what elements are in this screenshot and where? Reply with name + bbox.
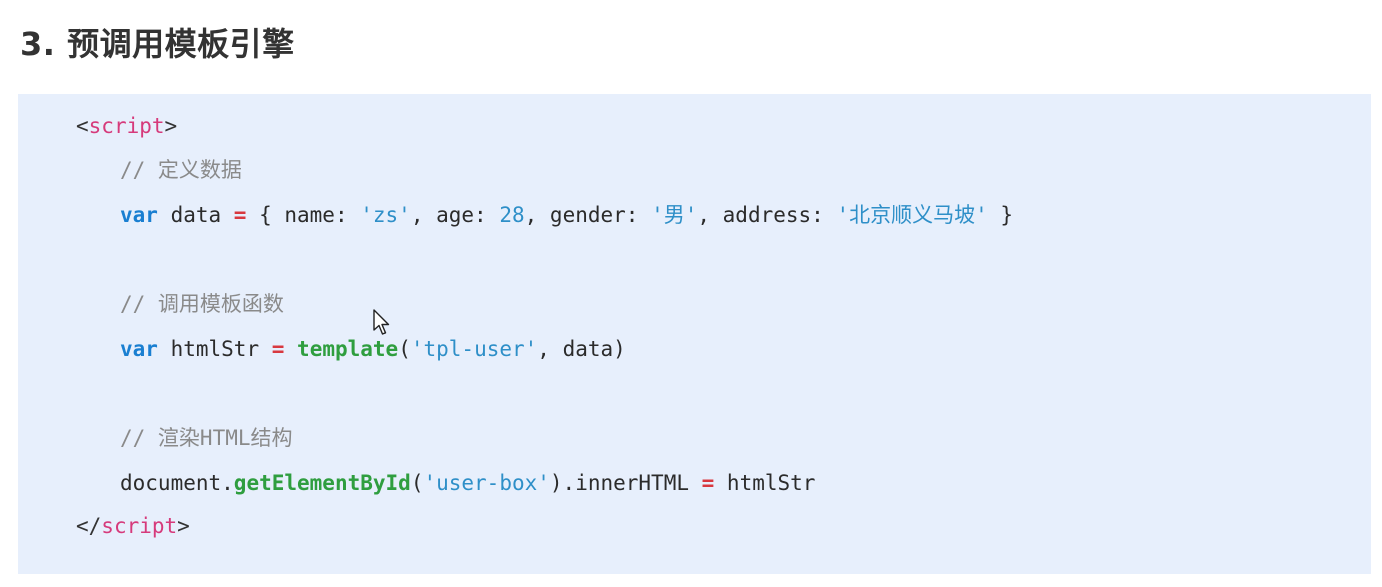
- code-text: { name:: [246, 203, 361, 227]
- keyword-var: var: [120, 337, 158, 361]
- code-comment: // 定义数据: [120, 158, 242, 182]
- code-line-script-open: <script>: [76, 106, 177, 146]
- string-literal: 'zs': [360, 203, 411, 227]
- code-text: htmlStr: [157, 337, 272, 361]
- keyword-var: var: [120, 203, 158, 227]
- code-text: , data): [537, 337, 626, 361]
- code-text: (: [410, 471, 424, 495]
- string-literal: '北京顺义马坡': [836, 203, 988, 227]
- code-line-script-close: </script>: [76, 506, 190, 546]
- section-heading: 3. 预调用模板引擎: [20, 25, 295, 63]
- code-block: <script> // 定义数据 var data = { name: 'zs'…: [18, 94, 1371, 574]
- code-text: document.: [120, 471, 234, 495]
- code-text: (: [398, 337, 411, 361]
- code-text: ).innerHTML: [549, 471, 702, 495]
- code-line-comment-define-data: // 定义数据: [120, 150, 242, 190]
- code-text: htmlStr: [714, 471, 816, 495]
- tag-name: script: [88, 114, 165, 138]
- code-text: , age:: [410, 203, 500, 227]
- string-literal: 'tpl-user': [410, 337, 538, 361]
- code-text: data: [157, 203, 234, 227]
- code-line-var-data: var data = { name: 'zs', age: 28, gender…: [120, 195, 1013, 235]
- code-text: , address:: [697, 203, 837, 227]
- tag-bracket: >: [164, 114, 178, 138]
- code-comment: // 调用模板函数: [120, 292, 284, 316]
- code-line-comment-call-template: // 调用模板函数: [120, 284, 284, 324]
- number-literal: 28: [499, 203, 525, 227]
- operator-assign: =: [701, 471, 715, 495]
- function-name: getElementById: [233, 471, 411, 495]
- string-literal: '男': [651, 203, 698, 227]
- tag-bracket: >: [177, 514, 190, 538]
- string-literal: 'user-box': [423, 471, 550, 495]
- function-name: template: [297, 337, 399, 361]
- code-comment: // 渲染HTML结构: [120, 426, 293, 450]
- operator-assign: =: [233, 203, 247, 227]
- code-line-comment-render-html: // 渲染HTML结构: [120, 418, 293, 458]
- mouse-pointer-icon: [373, 309, 390, 335]
- tag-bracket: </: [76, 514, 102, 538]
- code-line-innerhtml: document.getElementById('user-box').inne…: [120, 463, 815, 503]
- code-text: }: [987, 203, 1014, 227]
- tag-name: script: [101, 514, 178, 538]
- operator-assign: =: [271, 337, 285, 361]
- tag-bracket: <: [76, 114, 89, 138]
- code-text: , gender:: [524, 203, 652, 227]
